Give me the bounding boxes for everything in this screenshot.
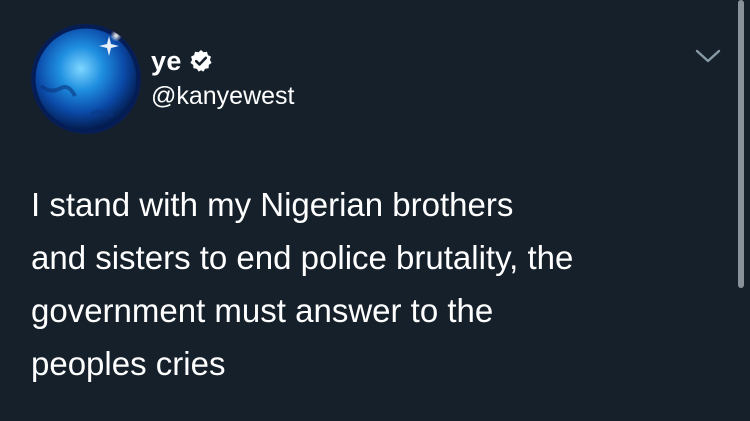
tweet-card: ye @kanyewest I stand with my Nigerian b… bbox=[0, 0, 750, 421]
planet-avatar-icon bbox=[31, 24, 141, 134]
scrollbar[interactable] bbox=[738, 0, 744, 288]
verified-badge-icon bbox=[189, 49, 213, 73]
author-handle[interactable]: @kanyewest bbox=[151, 80, 295, 112]
display-name[interactable]: ye bbox=[151, 44, 182, 78]
author-name-row: ye bbox=[151, 44, 213, 78]
avatar[interactable] bbox=[31, 24, 141, 134]
chevron-down-icon[interactable] bbox=[694, 46, 722, 66]
tweet-text: I stand with my Nigerian brothers and si… bbox=[31, 186, 574, 382]
